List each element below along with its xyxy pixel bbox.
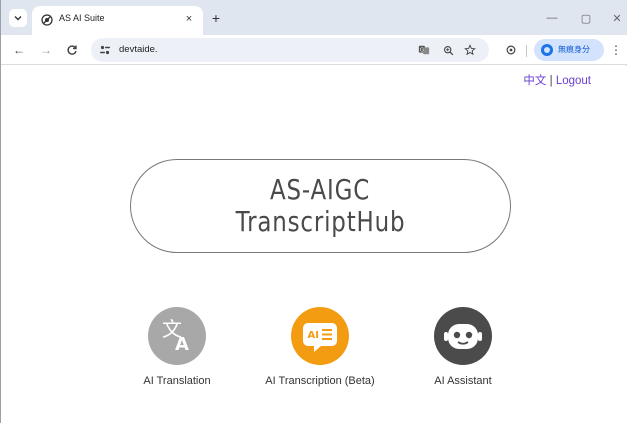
reload-icon bbox=[67, 45, 77, 55]
app-title-line2: TranscriptHub bbox=[235, 205, 406, 238]
feature-label-transcription: AI Transcription (Beta) bbox=[265, 375, 375, 387]
back-button[interactable]: ← bbox=[10, 41, 28, 59]
reload-button[interactable] bbox=[63, 41, 81, 59]
robot-face-icon bbox=[444, 324, 482, 349]
bookmark-button[interactable] bbox=[463, 43, 477, 57]
tab-close-icon[interactable]: × bbox=[182, 12, 196, 26]
logout-link[interactable]: Logout bbox=[556, 75, 591, 87]
browser-tab[interactable]: AS AI Suite × bbox=[32, 6, 203, 35]
tab-search-button[interactable] bbox=[9, 9, 27, 27]
minimize-button[interactable]: — bbox=[543, 9, 561, 27]
translate-icon: G bbox=[418, 45, 430, 55]
ai-transcription-icon[interactable]: AI bbox=[291, 307, 349, 365]
url-text: devtaide. bbox=[119, 44, 158, 55]
profile-avatar-icon bbox=[541, 44, 553, 56]
zoom-button[interactable] bbox=[441, 43, 455, 57]
tab-title: AS AI Suite bbox=[59, 13, 105, 23]
feature-ai-assistant[interactable]: AI Assistant bbox=[398, 307, 528, 397]
speech-bubble-icon: AI bbox=[303, 323, 337, 352]
toolbar-divider bbox=[526, 45, 527, 57]
feature-ai-translation[interactable]: 文 A AI Translation bbox=[112, 307, 242, 397]
translate-glyph-icon: 文 A bbox=[162, 317, 189, 355]
star-icon bbox=[464, 44, 476, 56]
app-title-line1: AS-AIGC bbox=[270, 173, 371, 206]
chevron-down-icon bbox=[14, 16, 22, 21]
address-bar[interactable]: devtaide. G bbox=[91, 38, 489, 62]
extensions-button[interactable] bbox=[504, 43, 518, 57]
feature-label-assistant: AI Assistant bbox=[434, 375, 492, 387]
browser-menu-button[interactable]: ⋮ bbox=[610, 43, 622, 57]
translate-page-button[interactable]: G bbox=[417, 43, 431, 57]
svg-text:A: A bbox=[175, 334, 189, 355]
forward-button[interactable]: → bbox=[37, 41, 55, 59]
robot-icon[interactable] bbox=[434, 307, 492, 365]
site-info-icon[interactable] bbox=[99, 44, 111, 56]
zoom-icon bbox=[443, 45, 453, 55]
close-window-button[interactable]: ✕ bbox=[608, 9, 626, 27]
new-tab-button[interactable]: + bbox=[208, 10, 224, 26]
browser-toolbar: ← → devtaide. G 無痕身分 ⋮ bbox=[1, 35, 627, 65]
feature-label-translation: AI Translation bbox=[143, 375, 211, 387]
svg-text:G: G bbox=[420, 47, 424, 53]
extension-icon bbox=[506, 45, 516, 55]
favicon-icon bbox=[41, 14, 53, 26]
feature-ai-transcription[interactable]: AI AI Transcription (Beta) bbox=[255, 307, 385, 397]
app-title-banner: AS-AIGC TranscriptHub bbox=[130, 159, 511, 253]
top-links: 中文 | Logout bbox=[523, 72, 591, 88]
maximize-button[interactable]: ▢ bbox=[577, 9, 595, 27]
profile-button[interactable]: 無痕身分 bbox=[534, 39, 604, 61]
language-link[interactable]: 中文 bbox=[523, 75, 546, 87]
browser-window: AS AI Suite × + — ▢ ✕ ← → devtaide. G 無痕… bbox=[0, 0, 627, 423]
tab-strip: AS AI Suite × + — ▢ ✕ bbox=[1, 0, 627, 35]
page-content: 中文 | Logout AS-AIGC TranscriptHub 文 A AI… bbox=[1, 66, 627, 423]
profile-label: 無痕身分 bbox=[558, 45, 590, 54]
translate-icon[interactable]: 文 A bbox=[148, 307, 206, 365]
link-separator: | bbox=[549, 75, 553, 87]
svg-text:AI: AI bbox=[308, 330, 319, 341]
